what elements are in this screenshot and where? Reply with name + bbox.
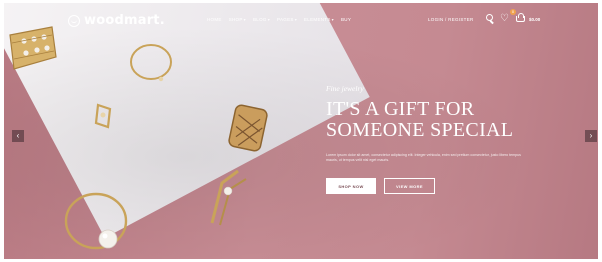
nav-label: BUY — [340, 17, 352, 22]
nav-label: SHOP — [228, 17, 243, 22]
view-more-button[interactable]: VIEW MORE — [384, 178, 435, 194]
hero-title-line1: IT'S A GIFT FOR — [326, 98, 475, 120]
nav-item-blog[interactable]: BLOG ▾ — [253, 17, 270, 22]
site-header: woodmart. HOME SHOP ▾ BLOG ▾ PAGES ▾ ELEMEN… — [4, 3, 598, 37]
nav-item-shop[interactable]: SHOP ▾ — [229, 17, 246, 22]
nav-item-buy[interactable]: BUY — [341, 17, 351, 22]
login-register-link[interactable]: LOGIN / REGISTER — [428, 17, 474, 22]
gold-lattice-ring — [228, 104, 268, 152]
cart-total[interactable]: $0.00 — [529, 17, 540, 22]
nav-item-pages[interactable]: PAGES ▾ — [277, 17, 297, 22]
search-icon[interactable] — [485, 13, 497, 25]
brand-logo[interactable]: woodmart. — [68, 13, 165, 28]
hero-eyebrow: Fine jewelry — [326, 84, 364, 93]
slider-next-button[interactable]: › — [585, 130, 597, 142]
chevron-down-icon: ▾ — [294, 17, 297, 22]
chevron-down-icon: ▾ — [243, 17, 246, 22]
shop-now-button[interactable]: SHOP NOW — [326, 178, 376, 194]
brand-name: woodmart. — [84, 13, 165, 28]
gold-ring-with-large-pearl — [64, 192, 128, 250]
nav-item-elements[interactable]: ELEMENTS ▾ — [304, 17, 334, 22]
slider-prev-button[interactable]: ‹ — [12, 130, 24, 142]
hero-title-line2: SOMEONE SPECIAL — [326, 119, 514, 141]
hero-description: Lorem ipsum dolor sit amet, consectetur … — [326, 153, 521, 163]
cart-icon[interactable] — [515, 13, 527, 25]
main-navigation: HOME SHOP ▾ BLOG ▾ PAGES ▾ ELEMENTS ▾ BUY — [207, 17, 351, 22]
nav-label: PAGES — [277, 17, 294, 22]
gold-spiral-ring-with-pearl — [210, 169, 247, 226]
logo-icon — [68, 14, 80, 27]
wishlist-heart-icon[interactable]: ♡ 0 — [500, 9, 516, 25]
nav-label: BLOG — [252, 17, 267, 22]
nav-label: ELEMENTS — [304, 17, 331, 22]
nav-item-home[interactable]: HOME — [207, 17, 222, 22]
chevron-down-icon: ▾ — [267, 17, 270, 22]
chevron-left-icon: ‹ — [16, 131, 20, 140]
thin-gold-bangle — [130, 44, 172, 82]
nav-label: HOME — [207, 17, 222, 22]
small-gold-ring — [94, 103, 112, 129]
hero-slider: woodmart. HOME SHOP ▾ BLOG ▾ PAGES ▾ ELEMEN… — [4, 3, 598, 259]
chevron-right-icon: › — [589, 131, 593, 140]
hero-title: IT'S A GIFT FOR SOMEONE SPECIAL — [326, 99, 566, 141]
chevron-down-icon: ▾ — [331, 17, 334, 22]
